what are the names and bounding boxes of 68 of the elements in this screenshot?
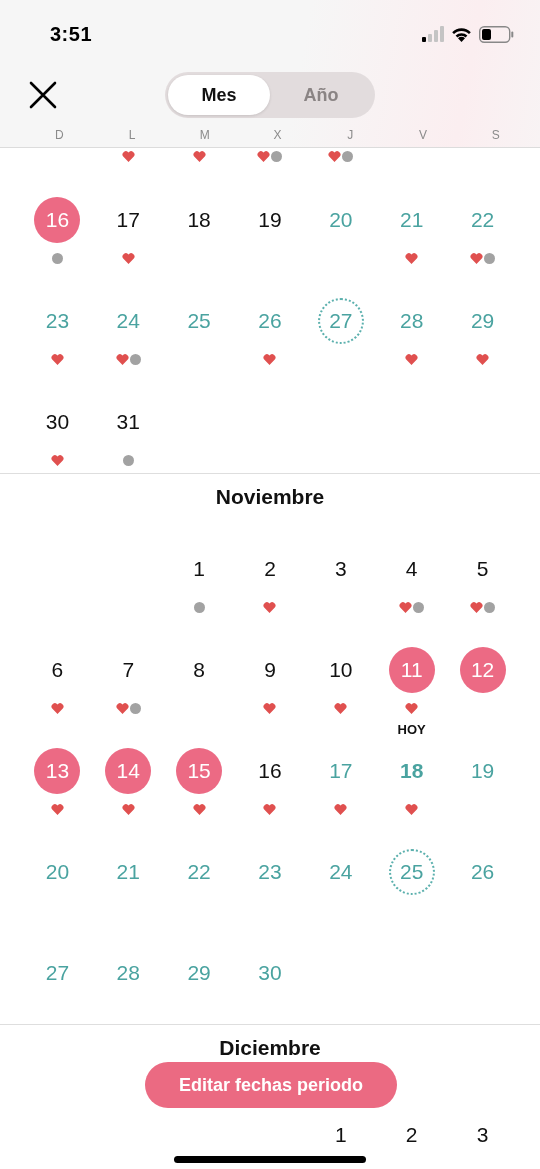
calendar-day[interactable]: 25 [388,849,435,895]
calendar-day[interactable]: 25 [176,298,223,344]
calendar-day[interactable]: 26 [459,849,506,895]
weekday-label: X [273,128,282,142]
month-title: Diciembre [219,1036,321,1061]
calendar-day[interactable]: 31 [105,399,152,445]
calendar-day[interactable]: 16 [247,748,293,794]
weekday-label: M [199,128,210,142]
weekday-label: J [347,128,354,142]
calendar-day[interactable]: 20 [317,197,364,243]
weekday-label: S [491,128,500,142]
view-tab[interactable]: Año [270,75,372,115]
today-label: HOY [397,722,426,737]
calendar-day[interactable]: 5 [459,546,506,592]
calendar-day[interactable]: 17 [105,197,152,243]
calendar-day[interactable]: 28 [105,950,152,996]
calendar-day[interactable]: 24 [105,298,152,344]
calendar-day[interactable]: 13 [34,748,81,794]
calendar-day[interactable]: 23 [247,849,293,895]
calendar-day[interactable]: 22 [459,197,506,243]
calendar-day[interactable]: 27 [34,950,81,996]
calendar-day[interactable]: 3 [459,1112,506,1158]
calendar-day[interactable]: 30 [247,950,293,996]
calendar-day[interactable]: 1 [176,546,223,592]
close-button[interactable] [29,81,57,109]
calendar-day[interactable]: 1 [317,1112,364,1158]
wifi-icon [451,26,472,42]
calendar-day[interactable]: 20 [34,849,81,895]
calendar-day[interactable]: 2 [388,1112,435,1158]
calendar-day[interactable]: 14 [105,748,152,794]
calendar-day[interactable]: 2 [247,546,293,592]
calendar-day[interactable]: 22 [176,849,223,895]
view-tab[interactable]: Mes [168,75,270,115]
calendar-day[interactable]: 29 [459,298,506,344]
calendar-day[interactable]: 26 [247,298,293,344]
calendar-day[interactable]: 3 [317,546,364,592]
calendar-day[interactable]: 21 [388,197,435,243]
calendar-day[interactable]: 10 [317,647,364,693]
calendar-day[interactable]: 8 [176,647,223,693]
calendar-day[interactable]: 28 [388,298,435,344]
weekday-label: D [55,128,64,142]
weekday-label: L [128,128,136,142]
calendar-day[interactable]: 18 [176,197,223,243]
edit-period-button[interactable]: Editar fechas periodo [145,1062,397,1108]
calendar-day[interactable]: 30 [34,399,81,445]
calendar-day[interactable]: 19 [247,197,293,243]
month-title: Noviembre [215,485,325,510]
calendar-day[interactable]: 11 [388,647,435,693]
weekday-label: V [418,128,427,142]
calendar-day[interactable]: 15 [176,748,223,794]
battery-icon [479,25,514,43]
calendar-day[interactable]: 18 [388,748,435,794]
close-icon [29,81,57,109]
calendar-day[interactable]: 4 [388,546,435,592]
calendar-day[interactable]: 19 [459,748,506,794]
calendar-day[interactable]: 27 [317,298,364,344]
calendar-day[interactable]: 6 [34,647,81,693]
calendar-day[interactable]: 17 [317,748,364,794]
status-time: 3:51 [50,22,93,46]
calendar-day[interactable]: 9 [247,647,293,693]
calendar-day[interactable]: 21 [105,849,152,895]
calendar-day[interactable]: 29 [176,950,223,996]
calendar-day[interactable]: 23 [34,298,81,344]
signal-icon [422,26,444,42]
calendar-day[interactable]: 12 [459,647,506,693]
calendar-day[interactable]: 16 [34,197,81,243]
calendar-day[interactable]: 7 [105,647,152,693]
calendar-day[interactable]: 24 [317,849,364,895]
